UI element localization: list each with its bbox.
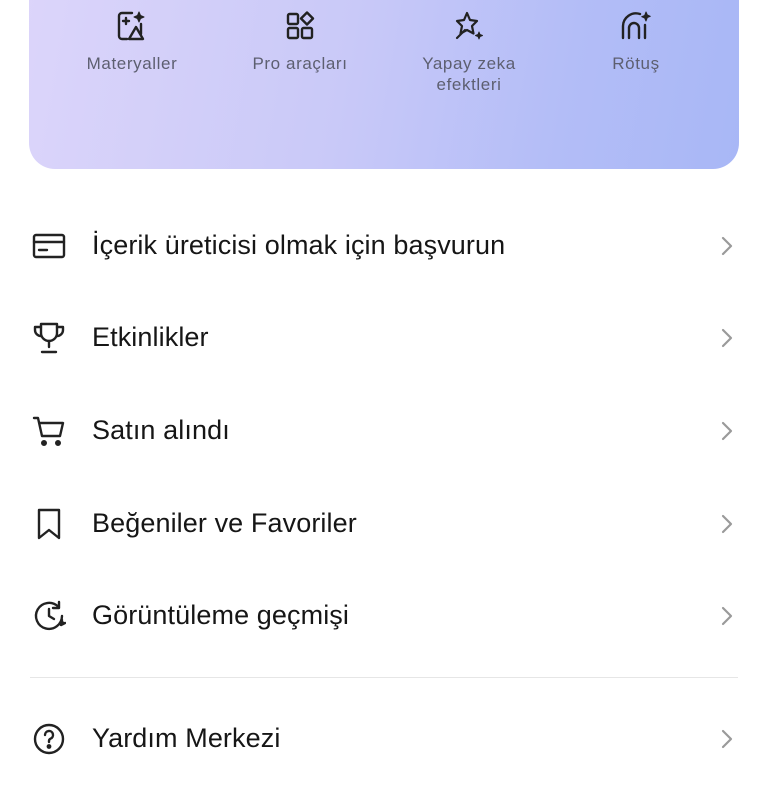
chevron-right-icon <box>721 421 733 440</box>
image-sparkle-icon <box>117 11 145 41</box>
menu-label: Satın alındı <box>92 415 230 445</box>
chevron-right-icon <box>721 514 733 533</box>
tool-pro[interactable]: Pro araçları <box>225 8 375 74</box>
menu-label: Beğeniler ve Favoriler <box>92 508 357 538</box>
magic-stars-icon <box>455 11 483 40</box>
chevron-right-icon <box>721 328 733 347</box>
menu-item-creator-apply[interactable]: İçerik üreticisi olmak için başvurun <box>0 199 768 292</box>
chevron-right-icon <box>721 729 733 748</box>
apps-grid-icon <box>286 11 315 40</box>
help-circle-icon <box>33 723 65 754</box>
tool-ai-effects[interactable]: Yapay zeka efektleri <box>394 8 544 95</box>
tools-card: Materyaller Pro araçları Yapay zeka efek… <box>29 0 739 169</box>
chevron-right-icon <box>721 606 733 625</box>
cart-icon <box>32 416 65 446</box>
menu-item-help-center[interactable]: Yardım Merkezi <box>0 692 768 785</box>
chevron-right-icon <box>721 236 733 255</box>
card-icon <box>32 233 66 258</box>
tool-label: Pro araçları <box>252 54 348 73</box>
menu-item-watch-history[interactable]: Görüntüleme geçmişi <box>0 569 768 662</box>
history-clock-icon <box>34 600 66 630</box>
section-divider <box>30 677 738 678</box>
bookmark-icon <box>37 508 61 539</box>
tool-retouch[interactable]: Rötuş <box>561 8 711 74</box>
menu-item-likes-favorites[interactable]: Beğeniler ve Favoriler <box>0 477 768 570</box>
menu-label: İçerik üreticisi olmak için başvurun <box>92 230 506 260</box>
tool-label: Yapay zeka efektleri <box>422 54 516 94</box>
menu-label: Görüntüleme geçmişi <box>92 600 350 630</box>
menu-label: Yardım Merkezi <box>92 723 281 753</box>
menu-label: Etkinlikler <box>92 322 209 352</box>
menu-item-events[interactable]: Etkinlikler <box>0 291 768 384</box>
retouch-face-icon <box>621 11 651 40</box>
tool-label: Materyaller <box>86 54 178 73</box>
menu-item-purchased[interactable]: Satın alındı <box>0 384 768 477</box>
tool-label: Rötuş <box>612 54 660 73</box>
trophy-icon <box>33 322 65 353</box>
tool-materials[interactable]: Materyaller <box>57 8 207 74</box>
